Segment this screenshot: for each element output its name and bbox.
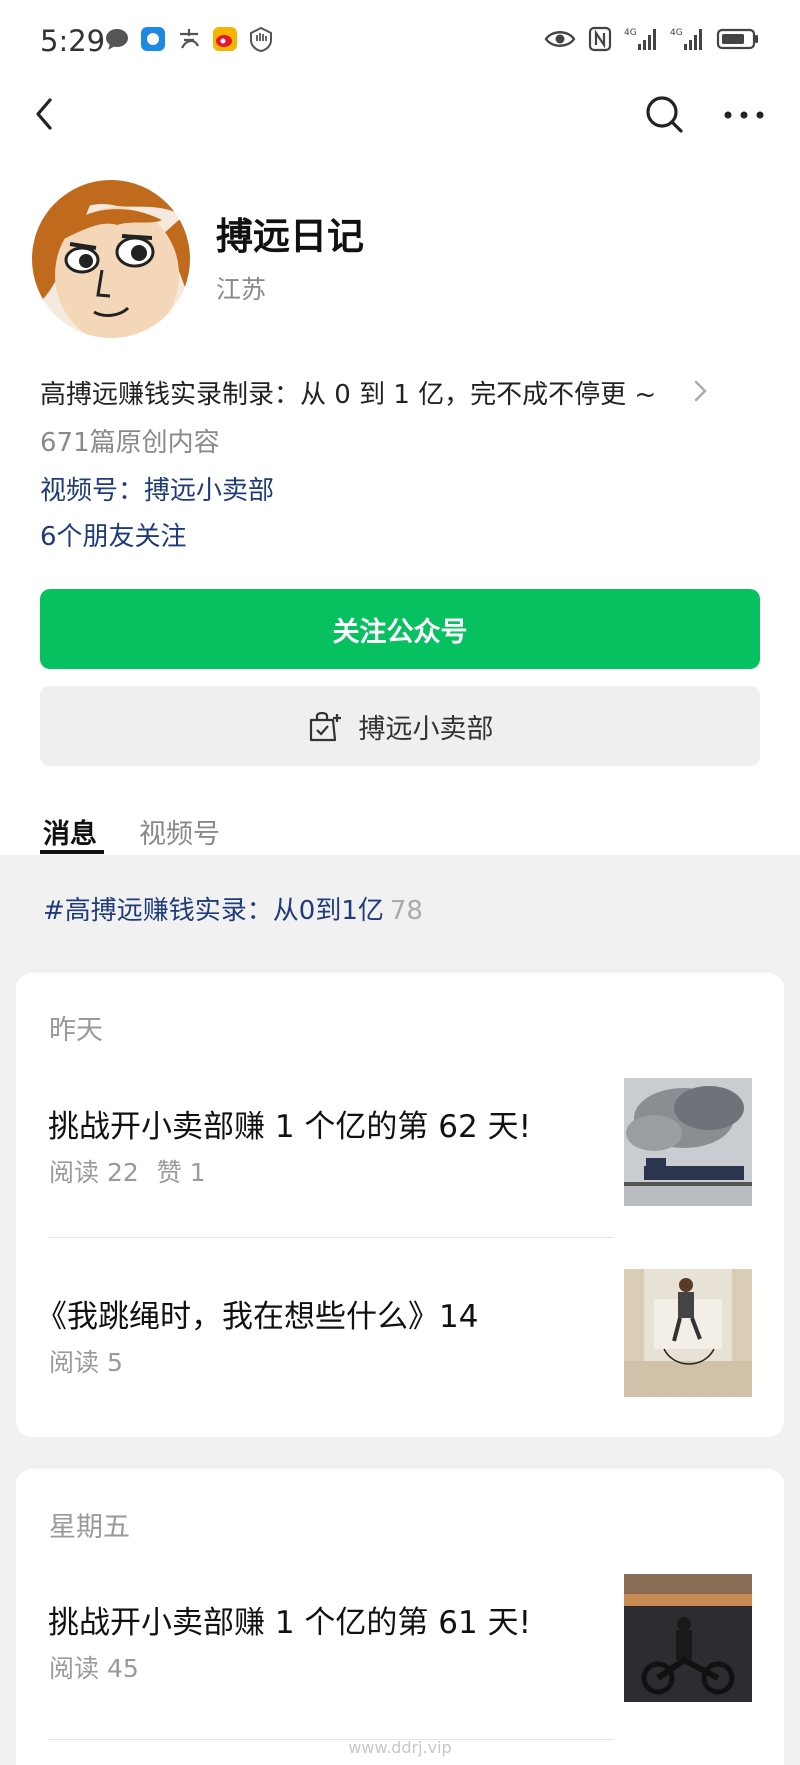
hashtag-collection[interactable]: #高搏远赚钱实录：从0到1亿 78: [43, 890, 423, 927]
weibo-icon: [212, 26, 238, 52]
chevron-left-icon: [36, 98, 52, 130]
motorcycle-photo: [624, 1574, 752, 1702]
article-title[interactable]: 《我跳绳时，我在想些什么》14: [36, 1291, 478, 1336]
steam-train-photo: [624, 1078, 752, 1206]
svg-text:4G: 4G: [670, 28, 683, 38]
follow-button[interactable]: 关注公众号: [40, 589, 760, 669]
feed-date: 星期五: [49, 1512, 130, 1543]
article-stats: 阅读 5: [49, 1343, 123, 1379]
article-thumbnail[interactable]: [624, 1574, 752, 1702]
article-title[interactable]: 挑战开小卖部赚 1 个亿的第 62 天!: [48, 1101, 531, 1146]
shield-app-icon: [248, 26, 274, 53]
search-icon: [646, 96, 683, 133]
cartoon-face-avatar-image: [32, 180, 190, 338]
shop-button[interactable]: 搏远小卖部: [40, 686, 760, 766]
article-thumbnail[interactable]: [624, 1078, 752, 1206]
original-content-count[interactable]: 671篇原创内容: [40, 422, 220, 459]
account-region: 江苏: [216, 275, 267, 304]
tab-messages[interactable]: 消息: [43, 812, 97, 851]
status-bar: 5:29 4G 4G: [0, 0, 800, 84]
eye-icon: [544, 26, 576, 52]
status-system-icons: 4G 4G: [544, 26, 760, 52]
watermark-text: www.ddrj.vip: [348, 1738, 452, 1757]
hashtag-count: 78: [389, 896, 423, 926]
jump-rope-photo: [624, 1269, 752, 1397]
back-button[interactable]: [26, 92, 66, 136]
chevron-right-icon[interactable]: [690, 376, 710, 406]
video-channel-link[interactable]: 视频号：搏远小卖部: [40, 470, 274, 507]
active-tab-indicator: [40, 850, 104, 854]
signal-4g-icon: 4G: [670, 26, 704, 52]
shop-bag-icon: [309, 711, 341, 742]
feed-date: 昨天: [49, 1015, 103, 1046]
shop-button-label: 搏远小卖部: [358, 713, 494, 745]
avatar[interactable]: [32, 180, 190, 338]
nfc-icon: [588, 26, 612, 52]
alipay-icon: [176, 26, 202, 52]
article-reads: 阅读 5: [49, 1348, 123, 1377]
status-time: 5:29: [40, 24, 106, 58]
status-app-icons: [104, 26, 274, 53]
article-stats: 阅读 45: [49, 1649, 139, 1685]
friends-following-link[interactable]: 6个朋友关注: [40, 516, 187, 553]
chat-bubble-icon: [104, 26, 130, 52]
feed-card: 昨天 挑战开小卖部赚 1 个亿的第 62 天! 阅读 22 赞 1 《我跳绳时，我…: [16, 973, 784, 1437]
tab-video-channel[interactable]: 视频号: [139, 812, 220, 851]
article-stats: 阅读 22 赞 1: [49, 1153, 206, 1189]
follow-button-label: 关注公众号: [332, 616, 468, 648]
article-reads: 阅读 22: [49, 1158, 139, 1187]
hashtag-label: #高搏远赚钱实录：从0到1亿: [43, 896, 384, 926]
svg-text:4G: 4G: [624, 28, 637, 38]
more-button[interactable]: [722, 100, 766, 130]
battery-icon: [716, 26, 760, 52]
more-horizontal-icon: [724, 111, 764, 119]
feed-card: 星期五 挑战开小卖部赚 1 个亿的第 61 天! 阅读 45: [16, 1469, 784, 1765]
account-description[interactable]: 高搏远赚钱实录制录：从 0 到 1 亿，完不成不停更 ~: [40, 374, 656, 411]
article-title[interactable]: 挑战开小卖部赚 1 个亿的第 61 天!: [48, 1597, 531, 1642]
search-button[interactable]: [644, 94, 684, 134]
article-thumbnail[interactable]: [624, 1269, 752, 1397]
weather-app-icon: [140, 26, 166, 52]
article-reads: 阅读 45: [49, 1654, 139, 1683]
signal-4g-icon: 4G: [624, 26, 658, 52]
article-likes: 赞 1: [156, 1158, 206, 1187]
account-name: 搏远日记: [216, 215, 364, 258]
article-divider: [48, 1237, 614, 1238]
